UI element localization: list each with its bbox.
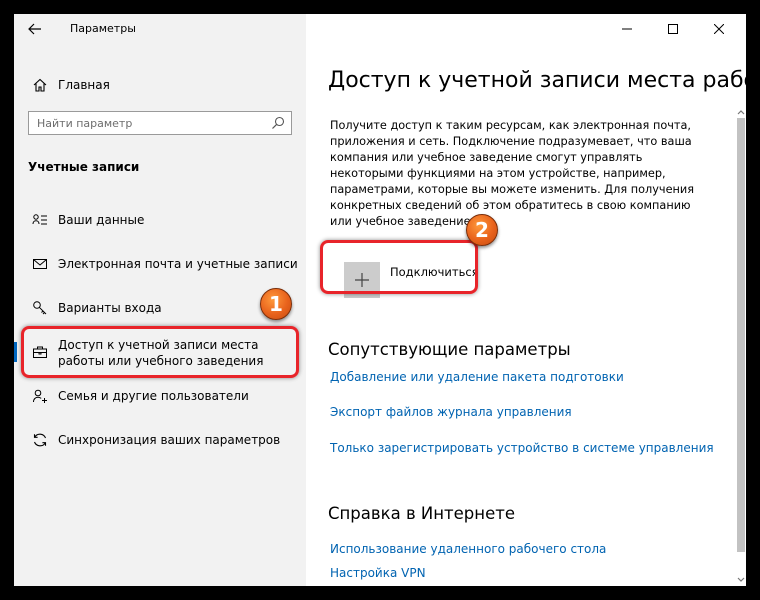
- sidebar-item-family[interactable]: Семья и другие пользователи: [14, 381, 306, 411]
- annotation-badge-2: 2: [466, 214, 498, 246]
- sidebar-item-label: Доступ к учетной записи места работы или…: [58, 338, 264, 368]
- scroll-up-arrow-icon[interactable]: [737, 108, 745, 116]
- scroll-down-arrow-icon[interactable]: [737, 576, 745, 584]
- sidebar-item-your-info[interactable]: Ваши данные: [14, 205, 306, 235]
- sidebar-item-label: Синхронизация ваших параметров: [58, 433, 281, 447]
- sidebar-item-work-access[interactable]: Доступ к учетной записи места работы или…: [14, 331, 306, 375]
- sidebar-item-label: Ваши данные: [58, 213, 145, 227]
- person-card-icon: [32, 212, 48, 228]
- search-box[interactable]: [28, 111, 292, 135]
- back-button[interactable]: [24, 20, 46, 38]
- close-button[interactable]: [696, 14, 742, 44]
- close-icon: [714, 24, 724, 34]
- sidebar-item-email[interactable]: Электронная почта и учетные записи: [14, 249, 306, 279]
- back-arrow-icon: [28, 23, 41, 35]
- active-indicator: [14, 342, 17, 362]
- link-export-logs[interactable]: Экспорт файлов журнала управления: [330, 405, 572, 419]
- related-settings-title: Сопутствующие параметры: [328, 340, 571, 359]
- link-remote-desktop[interactable]: Использование удаленного рабочего стола: [330, 542, 606, 556]
- briefcase-icon: [32, 344, 48, 360]
- title-bar: Параметры: [14, 14, 306, 44]
- sidebar-item-label: Семья и другие пользователи: [58, 389, 249, 403]
- sidebar-item-label: Главная: [58, 78, 110, 92]
- connect-label: Подключиться: [390, 265, 479, 279]
- sidebar-item-sync[interactable]: Синхронизация ваших параметров: [14, 425, 306, 455]
- plus-icon: [344, 262, 380, 298]
- maximize-icon: [668, 24, 678, 34]
- connect-button[interactable]: Подключиться: [330, 252, 480, 298]
- mail-icon: [32, 256, 48, 272]
- section-title: Учетные записи: [28, 160, 140, 174]
- minimize-button[interactable]: [604, 14, 650, 44]
- search-input[interactable]: [29, 112, 259, 134]
- sync-icon: [32, 432, 48, 448]
- settings-window: Параметры Главная Учетные записи Ваши да…: [14, 14, 746, 586]
- link-vpn-setup[interactable]: Настройка VPN: [330, 566, 426, 580]
- key-icon: [32, 300, 48, 316]
- search-icon[interactable]: [271, 116, 285, 130]
- screenshot-frame: Параметры Главная Учетные записи Ваши да…: [0, 0, 760, 600]
- link-provisioning-package[interactable]: Добавление или удаление пакета подготовк…: [330, 370, 624, 384]
- minimize-icon: [622, 28, 632, 30]
- sidebar-item-label: Электронная почта и учетные записи: [58, 257, 298, 271]
- maximize-button[interactable]: [650, 14, 696, 44]
- page-description: Получите доступ к таким ресурсам, как эл…: [330, 119, 695, 228]
- home-icon: [32, 77, 48, 93]
- online-help-title: Справка в Интернете: [328, 504, 515, 523]
- sidebar-item-home[interactable]: Главная: [14, 70, 306, 100]
- link-enroll-device[interactable]: Только зарегистрировать устройство в сис…: [330, 441, 714, 455]
- scroll-thumb[interactable]: [737, 118, 745, 552]
- main-content: Доступ к учетной записи места работы или…: [306, 14, 746, 586]
- annotation-badge-1: 1: [260, 288, 292, 320]
- person-add-icon: [32, 388, 48, 404]
- sidebar-item-label: Варианты входа: [58, 301, 162, 315]
- app-title: Параметры: [70, 22, 136, 35]
- window-controls: [596, 14, 746, 44]
- page-title: Доступ к учетной записи места работы или…: [328, 68, 746, 93]
